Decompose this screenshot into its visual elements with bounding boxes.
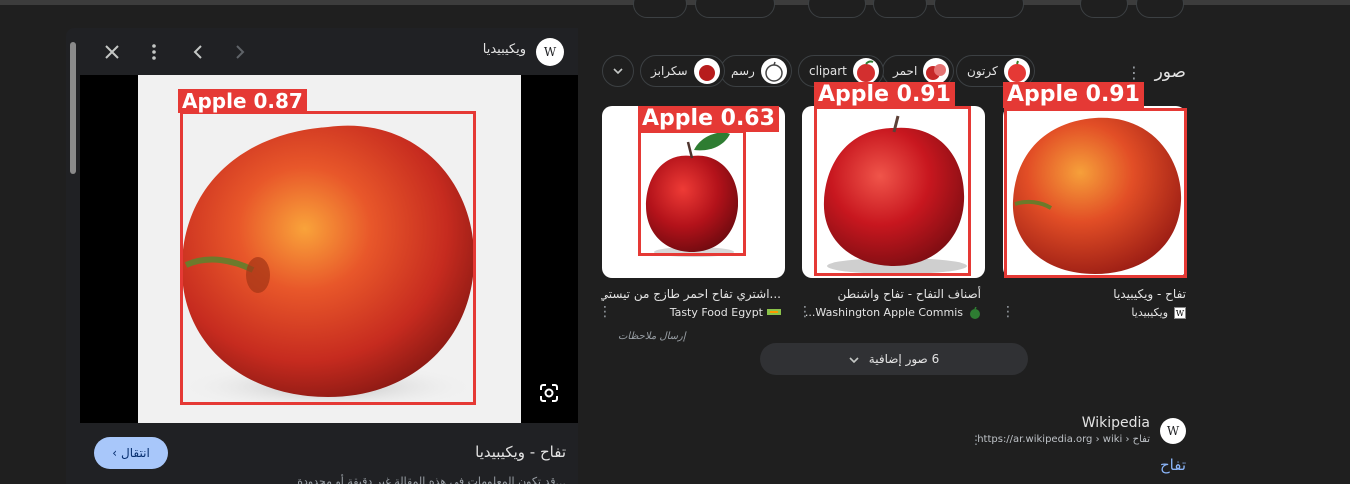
- top-filter-chips-row: [0, 0, 1350, 18]
- result-title[interactable]: ...اشتري تفاح احمر طازج من تيستي فو: [601, 287, 781, 301]
- apple-thumbnail: [852, 58, 879, 84]
- top-chip[interactable]: [695, 0, 775, 18]
- web-result: W Wikipedia https://ar.wikipedia.org › w…: [960, 410, 1190, 484]
- result-source-name: ويكيبيديا: [1131, 306, 1168, 319]
- filter-chip-scraps[interactable]: سكرابز: [640, 55, 725, 87]
- filter-chip-label: كرتون: [967, 64, 998, 78]
- lens-search-icon[interactable]: [538, 382, 560, 404]
- wikipedia-logo-icon: W: [536, 38, 564, 66]
- more-images-button[interactable]: 6 صور إضافية: [760, 343, 1028, 375]
- result-title[interactable]: أصناف التفاح - تفاح واشنطن: [837, 287, 981, 301]
- top-chip[interactable]: [873, 0, 927, 18]
- top-chip[interactable]: [633, 0, 687, 18]
- chevron-right-icon: ›: [112, 446, 118, 460]
- image-result[interactable]: Apple 0.63 ...اشتري تفاح احمر طازج من تي…: [598, 106, 785, 336]
- image-result[interactable]: Apple 0.91 تفاح - ويكيبيديا W ويكيبيديا …: [1001, 82, 1187, 336]
- chevron-down-icon: [849, 352, 859, 366]
- filter-chip-label: سكرابز: [651, 64, 688, 78]
- detection-label: Apple 0.91: [814, 82, 955, 108]
- web-result-title-link[interactable]: تفاح: [1160, 456, 1186, 474]
- apple-thumbnail: [1003, 58, 1030, 84]
- viewer-site-name[interactable]: ويكيبيديا: [483, 42, 526, 57]
- viewer-header: W ويكيبيديا: [80, 30, 578, 74]
- detection-label: Apple 0.63: [638, 106, 779, 132]
- apple-photo: Apple 0.87: [138, 75, 521, 423]
- viewer-image[interactable]: Apple 0.87: [80, 75, 578, 423]
- web-result-url[interactable]: https://ar.wikipedia.org › wiki › تفاح: [977, 434, 1150, 445]
- images-section-title: صور: [1154, 62, 1186, 82]
- visit-button[interactable]: انتقال ›: [94, 437, 168, 469]
- top-chip[interactable]: [1136, 0, 1184, 18]
- apple-thumbnail: [923, 58, 950, 84]
- next-image-icon[interactable]: [226, 38, 254, 66]
- result-source: Washington Apple Commis...: [805, 306, 981, 319]
- detection-box: [638, 130, 746, 256]
- more-options-icon[interactable]: ⋮: [970, 433, 982, 447]
- filter-chip-label: احمر: [893, 64, 918, 78]
- apple-thumbnail: [760, 58, 787, 84]
- chevron-down-icon[interactable]: [602, 55, 634, 87]
- filter-chip-drawing[interactable]: رسم: [720, 55, 792, 87]
- result-source: W ويكيبيديا: [1131, 306, 1186, 319]
- detection-box: [1004, 108, 1187, 278]
- result-title[interactable]: تفاح - ويكيبيديا: [1113, 287, 1186, 301]
- more-options-icon[interactable]: ⋮: [598, 304, 612, 320]
- detection-box: [180, 111, 476, 405]
- detection-label: Apple 0.91: [1003, 82, 1144, 108]
- web-result-site-name[interactable]: Wikipedia: [1082, 415, 1150, 431]
- result-source-name: Washington Apple Commis...: [804, 306, 963, 319]
- viewer-footer: انتقال › تفاح - ويكيبيديا ...قد تكون الم…: [80, 423, 578, 484]
- more-options-icon[interactable]: [140, 38, 168, 66]
- result-thumbnail[interactable]: Apple 0.91: [1003, 82, 1187, 278]
- wikipedia-logo-icon: W: [1160, 418, 1186, 444]
- detection-box: [814, 106, 971, 276]
- top-chip[interactable]: [934, 0, 1024, 18]
- more-options-icon[interactable]: ⋮: [1126, 63, 1142, 82]
- result-source-name: Tasty Food Egypt: [669, 306, 763, 319]
- previous-image-icon[interactable]: [184, 38, 212, 66]
- washington-apple-logo-icon: [969, 306, 981, 319]
- result-thumbnail[interactable]: Apple 0.63: [602, 106, 785, 278]
- wikipedia-logo-icon: W: [1174, 306, 1186, 319]
- filter-chip-label: رسم: [731, 64, 755, 78]
- more-images-label: 6 صور إضافية: [868, 352, 940, 366]
- visit-button-label: انتقال: [121, 446, 150, 460]
- top-chip[interactable]: [1080, 0, 1128, 18]
- apple-thumbnail: [693, 58, 720, 84]
- close-icon[interactable]: [98, 38, 126, 66]
- more-options-icon[interactable]: ⋮: [798, 304, 812, 320]
- more-options-icon[interactable]: ⋮: [1001, 304, 1015, 320]
- result-source: Tasty Food Egypt: [670, 306, 781, 319]
- viewer-snippet: ...قد تكون المعلومات في هذه المقالة غير …: [297, 475, 566, 484]
- tasty-food-logo-icon: [767, 307, 781, 319]
- send-feedback-link[interactable]: إرسال ملاحظات: [618, 331, 686, 342]
- detection-label: Apple 0.87: [178, 89, 307, 113]
- result-thumbnail[interactable]: Apple 0.91: [802, 82, 985, 278]
- viewer-page-title[interactable]: تفاح - ويكيبيديا: [475, 443, 566, 461]
- image-result[interactable]: Apple 0.91 أصناف التفاح - تفاح واشنطن Wa…: [798, 82, 985, 336]
- top-chip[interactable]: [808, 0, 866, 18]
- filter-chip-label: clipart: [809, 64, 847, 78]
- viewer-scrollbar-thumb[interactable]: [70, 42, 76, 174]
